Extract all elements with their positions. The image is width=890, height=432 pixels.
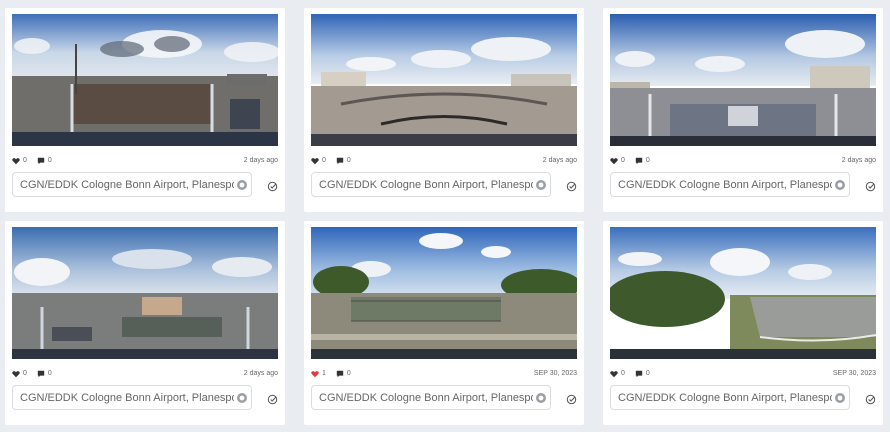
comment-icon (336, 370, 344, 378)
comment-count: 0 (47, 157, 52, 164)
title-value: CGN/EDDK Cologne Bonn Airport, Planespot… (618, 391, 832, 404)
panorama-thumbnail[interactable] (610, 14, 876, 146)
timestamp: SEP 30, 2023 (832, 370, 876, 377)
like-count: 0 (621, 157, 625, 164)
like-stat[interactable]: 0 (12, 154, 27, 168)
photo-card[interactable]: 0 0 SEP 30, 2023 CGN/EDDK Cologne Bonn A… (603, 221, 883, 425)
timestamp: 2 days ago (542, 157, 577, 164)
comment-stat[interactable]: 0 (37, 154, 52, 168)
tag-icon[interactable] (835, 392, 845, 403)
title-field[interactable]: CGN/EDDK Cologne Bonn Airport, Planespot… (12, 385, 252, 410)
comment-icon (37, 157, 45, 165)
check-circle-icon[interactable] (566, 179, 577, 192)
heart-icon (610, 371, 618, 378)
comment-count: 0 (346, 370, 351, 377)
heart-icon (610, 158, 618, 165)
like-count: 0 (322, 157, 326, 164)
card-stats: 0 0 2 days ago (12, 367, 278, 381)
comment-stat[interactable]: 0 (635, 367, 650, 381)
title-field[interactable]: CGN/EDDK Cologne Bonn Airport, Planespot… (311, 172, 551, 197)
title-value: CGN/EDDK Cologne Bonn Airport, Planespot… (319, 391, 533, 404)
comment-stat[interactable]: 0 (37, 367, 52, 381)
timestamp: 2 days ago (243, 370, 278, 377)
photo-card[interactable]: 0 0 2 days ago CGN/EDDK Cologne Bonn Air… (5, 8, 285, 212)
card-stats: 0 0 2 days ago (12, 154, 278, 168)
like-count: 0 (23, 370, 27, 377)
card-stats: 0 0 2 days ago (610, 154, 876, 168)
tag-icon[interactable] (536, 392, 546, 403)
like-stat[interactable]: 0 (311, 154, 326, 168)
card-stats: 0 0 2 days ago (311, 154, 577, 168)
comment-count: 0 (47, 370, 52, 377)
check-circle-icon[interactable] (267, 179, 278, 192)
timestamp: 2 days ago (841, 157, 876, 164)
title-field[interactable]: CGN/EDDK Cologne Bonn Airport, Planespot… (12, 172, 252, 197)
comment-count: 0 (645, 370, 650, 377)
comment-stat[interactable]: 0 (635, 154, 650, 168)
panorama-thumbnail[interactable] (610, 227, 876, 359)
like-count: 0 (621, 370, 625, 377)
tag-icon[interactable] (237, 179, 247, 190)
photo-card[interactable]: 1 0 SEP 30, 2023 CGN/EDDK Cologne Bonn A… (304, 221, 584, 425)
like-count: 0 (23, 157, 27, 164)
check-circle-icon[interactable] (566, 392, 577, 405)
panorama-thumbnail[interactable] (12, 227, 278, 359)
comment-icon (635, 370, 643, 378)
like-stat[interactable]: 0 (610, 154, 625, 168)
like-stat[interactable]: 0 (12, 367, 27, 381)
comment-icon (336, 157, 344, 165)
panorama-thumbnail[interactable] (311, 14, 577, 146)
title-value: CGN/EDDK Cologne Bonn Airport, Planespot… (20, 178, 234, 191)
title-value: CGN/EDDK Cologne Bonn Airport, Planespot… (618, 178, 832, 191)
comment-icon (37, 370, 45, 378)
timestamp: SEP 30, 2023 (533, 370, 577, 377)
timestamp: 2 days ago (243, 157, 278, 164)
comment-stat[interactable]: 0 (336, 154, 351, 168)
heart-icon (311, 158, 319, 165)
like-count: 1 (322, 370, 326, 377)
heart-icon (12, 371, 20, 378)
title-field[interactable]: CGN/EDDK Cologne Bonn Airport, Planespot… (610, 172, 850, 197)
photo-card[interactable]: 0 0 2 days ago CGN/EDDK Cologne Bonn Air… (603, 8, 883, 212)
panorama-thumbnail[interactable] (311, 227, 577, 359)
check-circle-icon[interactable] (865, 179, 876, 192)
tag-icon[interactable] (536, 179, 546, 190)
photo-card[interactable]: 0 0 2 days ago CGN/EDDK Cologne Bonn Air… (5, 221, 285, 425)
title-value: CGN/EDDK Cologne Bonn Airport, Planespot… (20, 391, 234, 404)
title-value: CGN/EDDK Cologne Bonn Airport, Planespot… (319, 178, 533, 191)
check-circle-icon[interactable] (267, 392, 278, 405)
check-circle-icon[interactable] (865, 392, 876, 405)
comment-count: 0 (645, 157, 650, 164)
like-stat[interactable]: 1 (311, 367, 326, 381)
comment-icon (635, 157, 643, 165)
tag-icon[interactable] (835, 179, 845, 190)
card-stats: 0 0 SEP 30, 2023 (610, 367, 876, 381)
heart-icon (311, 371, 319, 378)
heart-icon (12, 158, 20, 165)
title-field[interactable]: CGN/EDDK Cologne Bonn Airport, Planespot… (311, 385, 551, 410)
comment-stat[interactable]: 0 (336, 367, 351, 381)
comment-count: 0 (346, 157, 351, 164)
panorama-thumbnail[interactable] (12, 14, 278, 146)
like-stat[interactable]: 0 (610, 367, 625, 381)
photo-card[interactable]: 0 0 2 days ago CGN/EDDK Cologne Bonn Air… (304, 8, 584, 212)
title-field[interactable]: CGN/EDDK Cologne Bonn Airport, Planespot… (610, 385, 850, 410)
card-stats: 1 0 SEP 30, 2023 (311, 367, 577, 381)
tag-icon[interactable] (237, 392, 247, 403)
